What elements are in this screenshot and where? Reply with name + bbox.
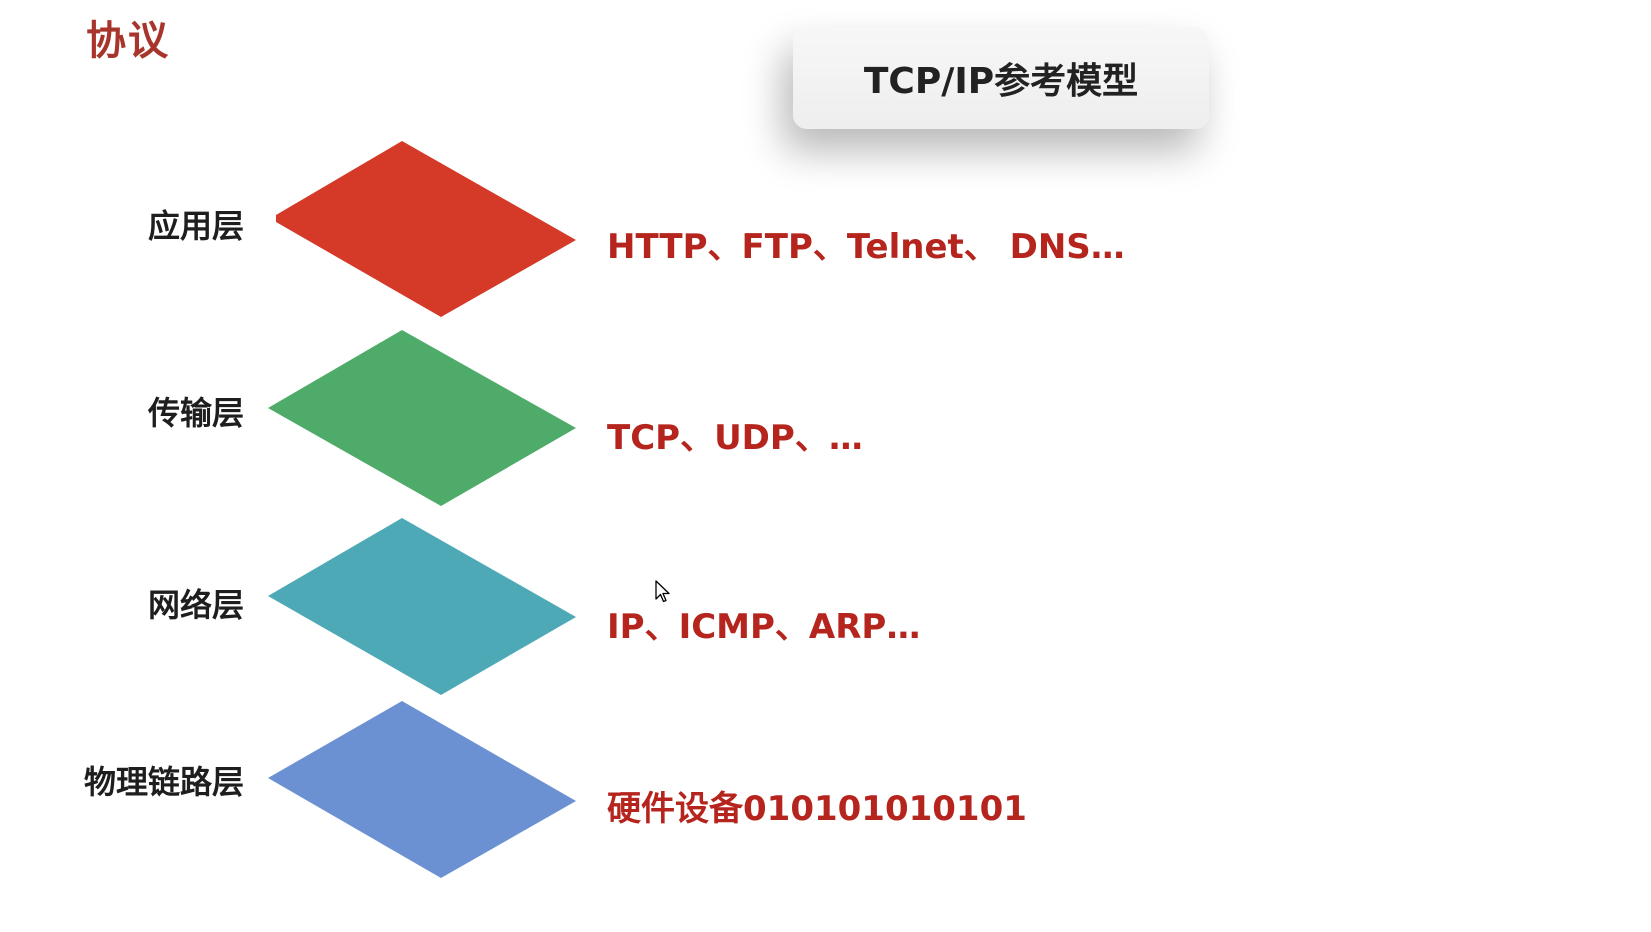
layer-diamond-transport [268,330,576,506]
protocols-physical-link: 硬件设备010101010101 [607,789,1027,829]
protocols-network: IP、ICMP、ARP… [607,607,921,647]
layer-diamond-application [276,141,576,317]
layer-label-application: 应用层 [147,207,244,245]
layer-label-physical-link: 物理链路层 [83,763,244,801]
layer-label-network: 网络层 [147,586,244,624]
slide-canvas: 协议 TCP/IP参考模型 应用层 传输层 网络层 物理链路层 HTTP、FTP… [0,0,1651,932]
layer-diamond-physical-link [268,701,576,878]
mouse-cursor-icon [655,580,670,603]
layer-label-transport: 传输层 [147,394,244,432]
protocols-application: HTTP、FTP、Telnet、 DNS… [607,227,1125,267]
protocols-transport: TCP、UDP、… [607,418,863,458]
layer-diamond-network [268,518,576,695]
